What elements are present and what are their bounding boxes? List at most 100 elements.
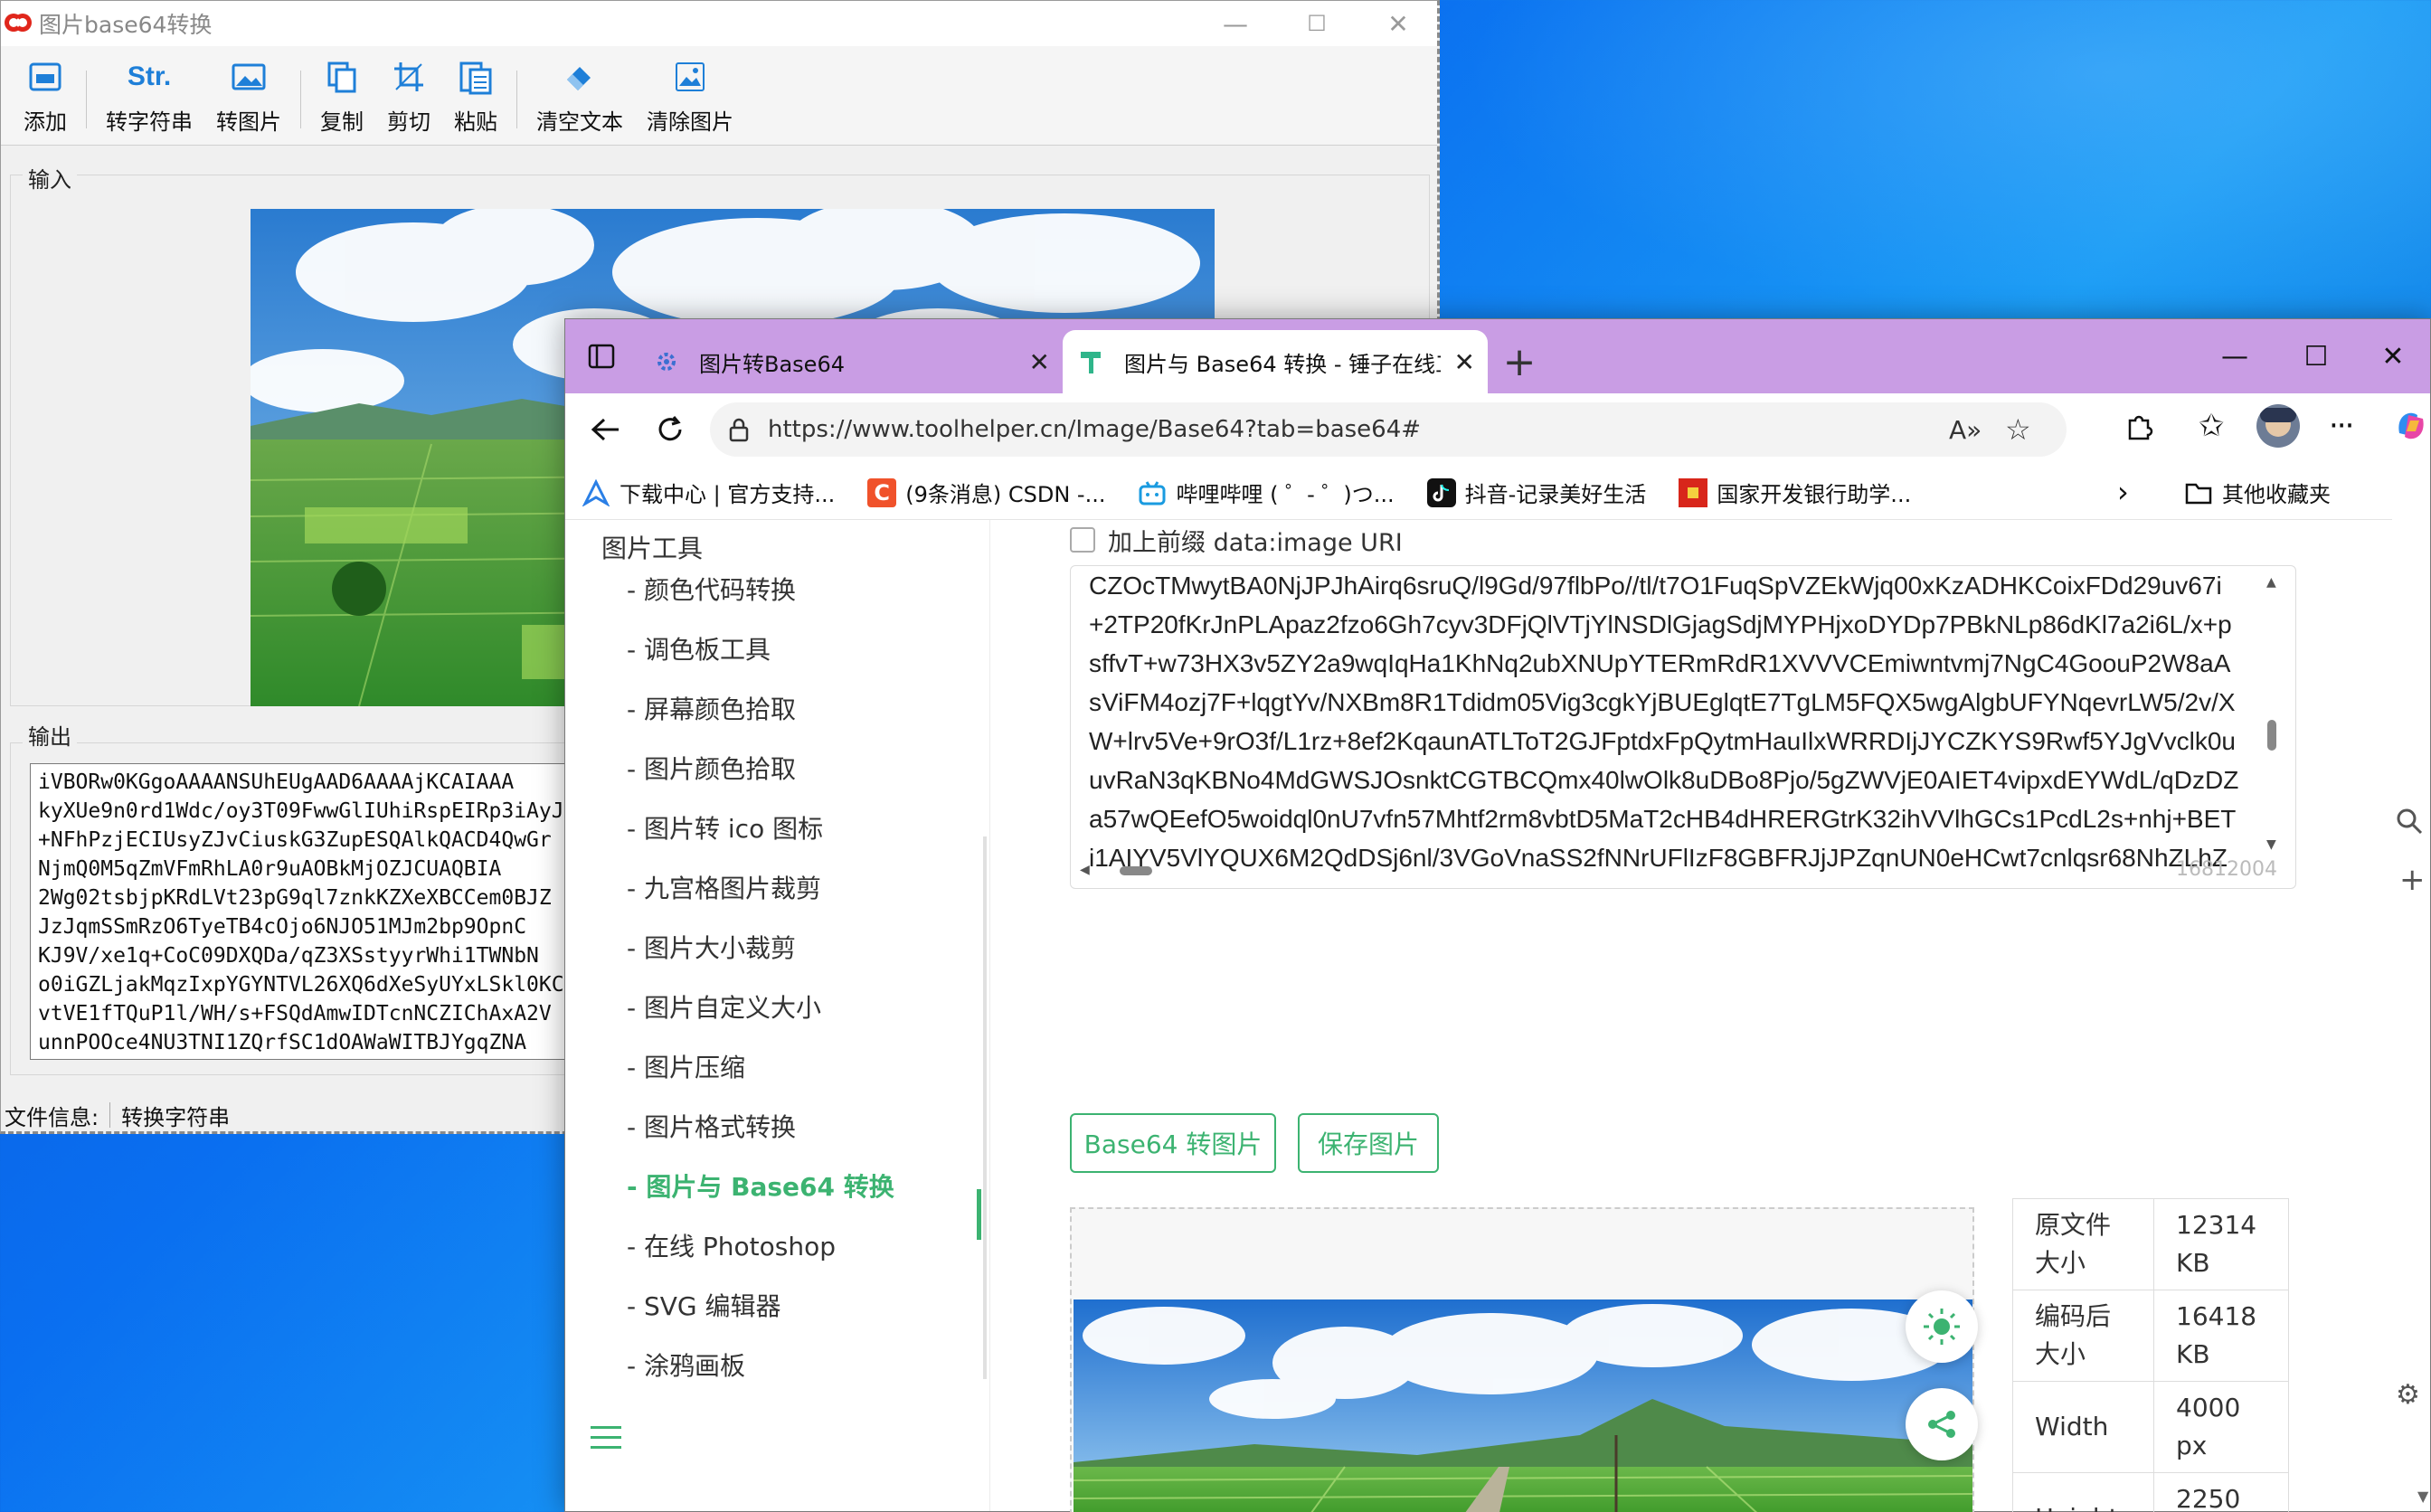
read-aloud-icon[interactable]: A» [1949, 415, 1982, 445]
sidebar-item[interactable]: - 九宫格图片裁剪 [627, 869, 821, 905]
info-key: Height [2012, 1472, 2154, 1512]
search-icon[interactable] [2396, 808, 2423, 842]
output-line: unnPOOce4NU3TNI1ZQrfSC1dOAWaWITBJYgqZNA [38, 1031, 527, 1054]
extensions-icon[interactable] [2123, 410, 2155, 446]
sidebar-item[interactable]: - 图片压缩 [627, 1048, 745, 1084]
save-image-button[interactable]: 保存图片 [1298, 1113, 1439, 1173]
textarea-scrollbar[interactable]: ▲ ▼ [2265, 575, 2279, 855]
bookmark-item[interactable]: 国家开发银行助学... [1679, 477, 1911, 508]
info-row: Width 4000 px [2012, 1381, 2289, 1473]
output-line: JzJqmSSmRzO6TyeTB4cOjo6NJO51MJm2bp9OpnC [38, 915, 527, 939]
sidebar-item[interactable]: - 图片与 Base64 转换 [627, 1167, 894, 1204]
bookmark-item[interactable]: 抖音-记录美好生活 [1426, 477, 1646, 508]
app-title: 图片base64转换 [39, 12, 213, 38]
sun-icon [1924, 1309, 1960, 1345]
tab-close-icon[interactable]: ✕ [1029, 347, 1050, 377]
maximize-button[interactable]: ☐ [1276, 1, 1357, 46]
picture-icon [670, 57, 710, 97]
sidebar-item[interactable]: - 涂鸦画板 [627, 1347, 745, 1383]
tab-close-icon[interactable]: ✕ [1454, 347, 1475, 377]
other-favorites[interactable]: 其他收藏夹 [2184, 477, 2331, 508]
info-row: 原文件大小 12314 KB [2012, 1198, 2289, 1290]
tab-image-to-base64[interactable]: 图片转Base64 ✕ [638, 330, 1063, 393]
profile-avatar[interactable] [2256, 404, 2300, 448]
close-button[interactable]: ✕ [1357, 1, 1439, 46]
sidebar-item[interactable]: - 图片转 ico 图标 [627, 809, 823, 846]
back-button[interactable] [572, 397, 638, 462]
input-label: 输入 [23, 162, 77, 194]
bookmark-item[interactable]: 哔哩哔哩 ( ゜- ゜)つ... [1138, 477, 1395, 508]
cut-button[interactable]: 剪切 [375, 54, 442, 145]
tools-sidebar: 图片工具 - 颜色代码转换 - 调色板工具 - 屏幕颜色拾取 - 图片颜色拾取 - 图片… [565, 520, 990, 1511]
decoded-image-preview [1070, 1207, 1974, 1512]
minimize-button[interactable]: — [1195, 1, 1276, 46]
sidebar-item[interactable]: - 图片自定义大小 [627, 988, 821, 1025]
tab-label: 图片与 Base64 转换 - 锤子在线工具 [1124, 351, 1441, 377]
address-bar[interactable]: https://www.toolhelper.cn/Image/Base64?t… [710, 402, 2067, 457]
clear-image-button[interactable]: 清除图片 [635, 54, 745, 145]
sidebar-item[interactable]: - 图片格式转换 [627, 1108, 796, 1144]
reload-button[interactable] [638, 397, 703, 462]
copilot-icon[interactable] [2392, 406, 2430, 446]
more-menu-icon[interactable]: ··· [2329, 408, 2354, 444]
sidebar-item[interactable]: - SVG 编辑器 [627, 1287, 781, 1323]
to-image-label: 转图片 [216, 109, 281, 135]
sidebar-heading: 图片工具 [601, 534, 704, 563]
sidebar-item[interactable]: - 颜色代码转换 [627, 571, 796, 607]
sidebar-item[interactable]: - 图片大小裁剪 [627, 929, 796, 965]
sidebar-item[interactable]: - 屏幕颜色拾取 [627, 690, 796, 726]
prefix-checkbox[interactable] [1070, 527, 1095, 553]
base64-line: a57wQEefO5woidql0nU7vfn57Mhtf2rm8vbtD5Ma… [1089, 805, 2237, 833]
output-textarea[interactable]: iVBORw0KGgoAAAANSUhEUgAAD6AAAAjKCAIAAA k… [30, 763, 572, 1060]
add-sidebar-app-icon[interactable]: + [2399, 862, 2426, 898]
prefix-checkbox-label: 加上前缀 data:image URI [1108, 529, 1403, 557]
close-button[interactable]: ✕ [2351, 319, 2431, 393]
new-tab-button[interactable]: + [1488, 330, 1551, 393]
tab-label: 图片转Base64 [699, 351, 845, 377]
bookmark-item[interactable]: 下载中心 | 官方支持... [582, 477, 835, 508]
sidebar-scrollbar[interactable] [983, 836, 987, 1379]
sidebar-item[interactable]: - 图片颜色拾取 [627, 750, 796, 786]
maximize-button[interactable]: ☐ [2275, 319, 2358, 393]
clear-text-button[interactable]: 清空文本 [525, 54, 635, 145]
app-logo-icon [5, 10, 32, 37]
info-key: Width [2012, 1381, 2154, 1473]
output-label: 输出 [23, 719, 77, 751]
base64-line: W+lrv5Ve+9rO3f/L1rz+8ef2KqaunATLToT2GJFp… [1089, 727, 2236, 755]
add-button[interactable]: 添加 [12, 54, 79, 145]
copy-button[interactable]: 复制 [308, 54, 375, 145]
tab-toolhelper[interactable]: 图片与 Base64 转换 - 锤子在线工具 ✕ [1063, 330, 1488, 393]
info-row: 编码后大小 16418 KB [2012, 1290, 2289, 1382]
output-line: NjmQ0M5qZmVFmRhLA0r9uAOBkMjOZJCUAQBIA [38, 857, 502, 881]
textarea-hscrollbar[interactable]: ◀ [1080, 863, 2201, 877]
favorite-star-icon[interactable]: ☆ [2005, 412, 2031, 447]
bilibili-icon [1138, 478, 1167, 507]
sidebar-item[interactable]: - 调色板工具 [627, 630, 771, 666]
to-string-label: 转字符串 [106, 109, 193, 135]
to-image-button[interactable]: 转图片 [204, 54, 293, 145]
settings-gear-icon[interactable]: ⚙ [2396, 1379, 2420, 1411]
info-value: 12314 KB [2153, 1198, 2289, 1290]
hamburger-menu-icon[interactable] [591, 1424, 621, 1455]
bookmark-item[interactable]: C (9条消息) CSDN -... [867, 477, 1105, 508]
navigation-bar: https://www.toolhelper.cn/Image/Base64?t… [565, 393, 2430, 466]
favorites-icon[interactable]: ✩ [2199, 408, 2225, 444]
tab-actions-button[interactable] [565, 319, 638, 393]
theme-toggle-button[interactable] [1906, 1290, 1978, 1363]
char-count: 16812004 [2176, 858, 2277, 881]
hammer-favicon-icon [1075, 345, 1108, 378]
gear-favicon-icon [650, 345, 683, 378]
base64-to-image-button[interactable]: Base64 转图片 [1070, 1113, 1276, 1173]
scroll-down-icon: ▼ [2417, 1488, 2429, 1505]
bookmark-label: 其他收藏夹 [2222, 482, 2331, 507]
scroll-up-icon: ▲ [2266, 575, 2276, 590]
sidebar-item[interactable]: - 在线 Photoshop [627, 1227, 836, 1263]
minimize-button[interactable]: — [2193, 319, 2276, 393]
paste-button[interactable]: 粘贴 [442, 54, 509, 145]
blue-a-icon [582, 478, 610, 507]
bookmarks-overflow-chevron-icon[interactable]: › [2117, 475, 2129, 509]
to-string-button[interactable]: Str. 转字符串 [94, 54, 204, 145]
share-button[interactable] [1906, 1388, 1978, 1460]
base64-textarea[interactable]: CZOcTMwytBA0NjJPJhAirq6sruQ/l9Gd/97flbPo… [1070, 565, 2296, 889]
main-panel: 加上前缀 data:image URI CZOcTMwytBA0NjJPJhAi… [990, 520, 2430, 1512]
